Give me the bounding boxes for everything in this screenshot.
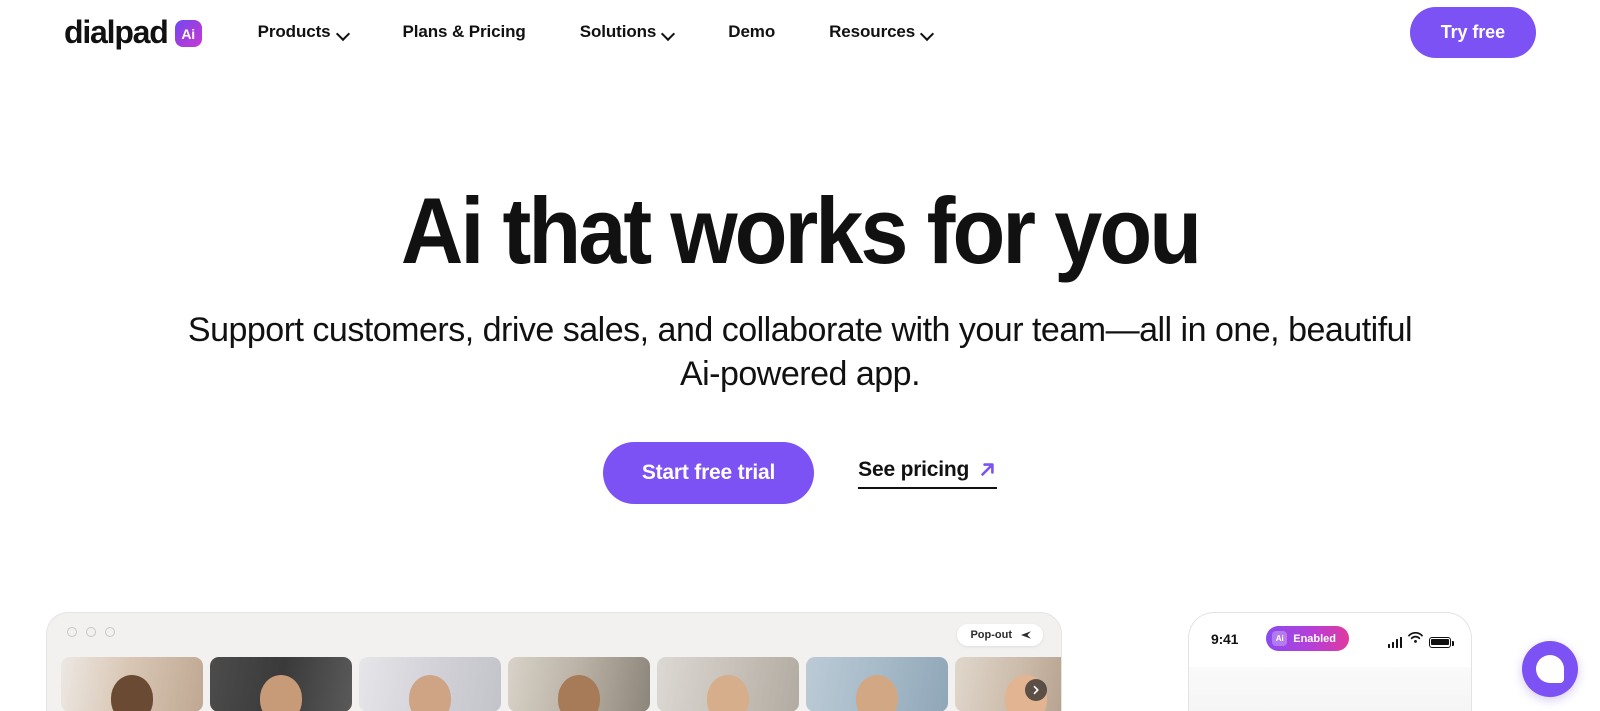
chevron-down-icon: [338, 29, 349, 36]
phone-screen-body: [1189, 667, 1471, 711]
see-pricing-label: See pricing: [858, 457, 970, 481]
avatar: [707, 675, 749, 711]
pop-out-label: Pop-out: [970, 629, 1012, 641]
video-call-window-mockup: Pop-out: [46, 612, 1062, 711]
see-pricing-link[interactable]: See pricing: [858, 457, 998, 489]
arrow-up-right-icon: [978, 460, 997, 479]
send-icon: [1020, 629, 1032, 641]
ai-enabled-badge[interactable]: Ai Enabled: [1266, 626, 1350, 651]
nav-item-solutions[interactable]: Solutions: [580, 14, 675, 50]
phone-clock: 9:41: [1211, 630, 1239, 647]
avatar: [409, 675, 451, 711]
participant-tiles: [61, 657, 1061, 711]
hero-subtitle: Support customers, drive sales, and coll…: [187, 311, 1413, 394]
window-traffic-lights: [67, 627, 115, 637]
traffic-light-maximize-icon: [105, 627, 115, 637]
try-free-button[interactable]: Try free: [1409, 6, 1536, 58]
page-title: Ai that works for you: [400, 178, 1202, 283]
pop-out-button[interactable]: Pop-out: [957, 624, 1043, 646]
chat-bubble-shape: [1536, 655, 1564, 683]
chevron-right-icon: [1033, 685, 1039, 695]
traffic-light-minimize-icon: [86, 627, 96, 637]
battery-icon: [1429, 636, 1454, 648]
nav-label-resources: Resources: [829, 22, 916, 41]
avatar: [111, 675, 153, 711]
participant-tile[interactable]: [359, 657, 501, 711]
avatar: [260, 675, 302, 711]
site-header: dialpad Ai Products Plans & Pricing Solu…: [0, 0, 1600, 64]
phone-mockup: 9:41 Ai Enabled: [1188, 612, 1472, 711]
dialpad-logo[interactable]: dialpad Ai: [64, 16, 202, 48]
dialpad-ai-logo-icon: Ai: [174, 20, 202, 47]
nav-item-demo[interactable]: Demo: [728, 14, 775, 50]
participant-tile[interactable]: [508, 657, 650, 711]
hero-section: Ai that works for you Support customers,…: [0, 64, 1600, 505]
landing-page: dialpad Ai Products Plans & Pricing Solu…: [0, 0, 1600, 711]
chevron-down-icon: [663, 29, 674, 36]
next-participants-button[interactable]: [1025, 679, 1047, 701]
start-free-trial-button[interactable]: Start free trial: [602, 442, 815, 505]
participant-tile[interactable]: [955, 657, 1061, 711]
nav-item-products[interactable]: Products: [258, 14, 349, 50]
participant-tile[interactable]: [657, 657, 799, 711]
chat-bubble-icon[interactable]: [1522, 641, 1578, 697]
phone-system-icons: [1387, 630, 1454, 648]
nav-item-resources[interactable]: Resources: [829, 14, 933, 50]
participant-tile[interactable]: [61, 657, 203, 711]
wifi-icon: [1408, 630, 1423, 648]
participant-tile[interactable]: [210, 657, 352, 711]
hero-cta-row: Start free trial See pricing: [0, 442, 1600, 505]
participant-tile[interactable]: [806, 657, 948, 711]
phone-status-bar: 9:41 Ai Enabled: [1189, 613, 1471, 651]
nav-label-products: Products: [257, 22, 331, 41]
chevron-down-icon: [922, 29, 933, 36]
cellular-signal-icon: [1387, 636, 1402, 648]
nav-label-solutions: Solutions: [579, 22, 657, 41]
logo-mark-text: Ai: [181, 25, 195, 42]
traffic-light-close-icon: [67, 627, 77, 637]
main-navigation: Products Plans & Pricing Solutions Demo …: [258, 14, 934, 50]
ai-enabled-label: Enabled: [1293, 632, 1337, 645]
nav-label-plans-pricing: Plans & Pricing: [402, 22, 526, 41]
avatar: [558, 675, 600, 711]
dialpad-ai-logo-icon: Ai: [1272, 631, 1288, 646]
nav-label-demo: Demo: [728, 22, 776, 41]
avatar: [856, 675, 898, 711]
nav-item-plans-pricing[interactable]: Plans & Pricing: [403, 14, 526, 50]
logo-wordmark: dialpad: [64, 14, 169, 50]
